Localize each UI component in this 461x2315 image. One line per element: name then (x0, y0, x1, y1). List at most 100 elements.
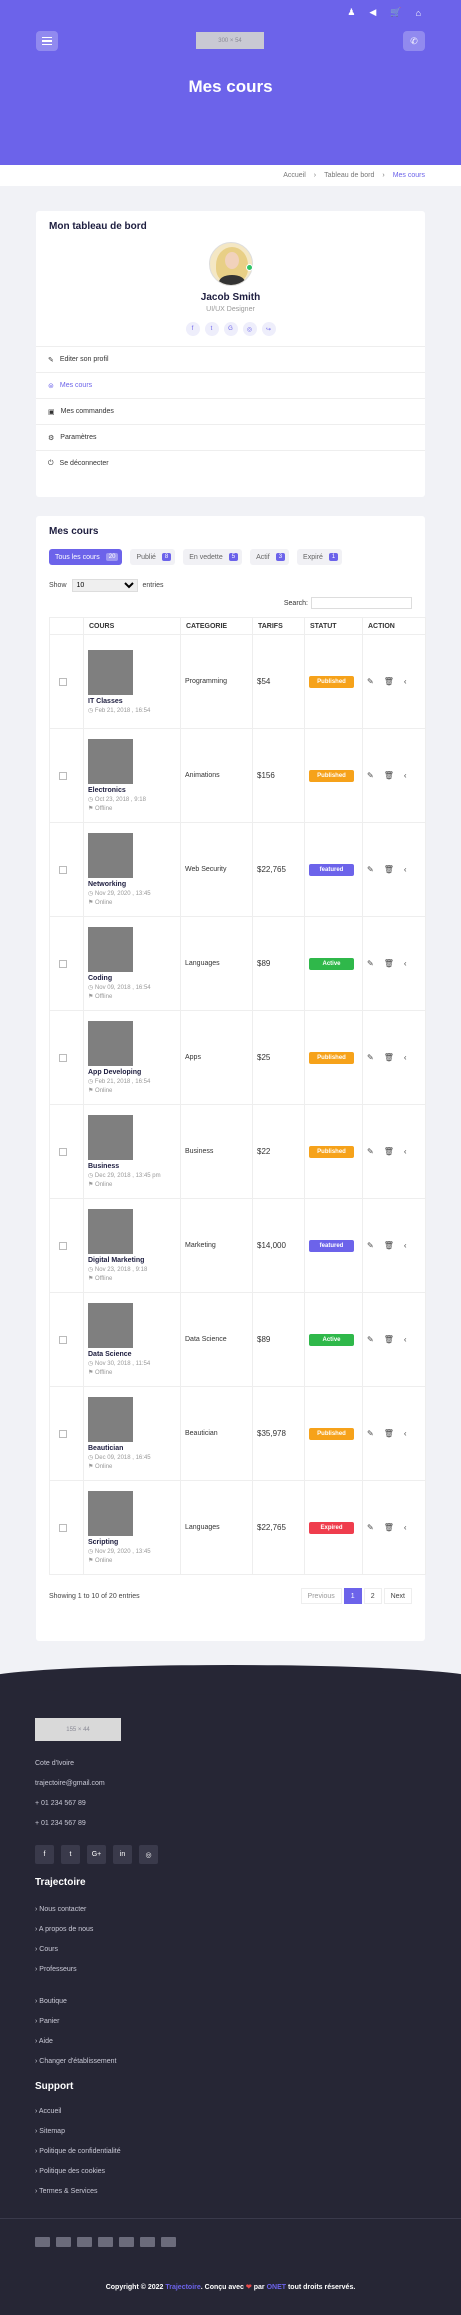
edit-icon[interactable]: ✎ (367, 1335, 374, 1344)
edit-icon[interactable]: ✎ (367, 771, 374, 780)
home-icon[interactable]: ⌂ (416, 8, 421, 18)
column-header-course[interactable]: COURS (83, 617, 181, 635)
edit-icon[interactable]: ✎ (367, 1241, 374, 1250)
view-icon[interactable]: ‹ (404, 865, 407, 874)
footer-link[interactable]: › Politique des cookies (35, 2168, 105, 2175)
instagram-icon[interactable]: ◎ (242, 322, 257, 336)
sort-column-header[interactable] (49, 617, 84, 635)
google-icon[interactable]: G (223, 322, 238, 336)
footer-phone[interactable]: + 01 234 567 89 (35, 1820, 86, 1827)
previous-button[interactable]: Previous (300, 1588, 342, 1604)
row-checkbox[interactable] (59, 1241, 67, 1250)
course-title[interactable]: Digital Marketing (88, 1257, 180, 1264)
cart-icon[interactable]: 🛒 (390, 7, 401, 18)
page-1-button[interactable]: 1 (343, 1588, 362, 1604)
tab-featured[interactable]: En vedette 5 (183, 549, 243, 565)
edit-icon[interactable]: ✎ (367, 865, 374, 874)
course-thumbnail[interactable] (88, 739, 133, 784)
view-icon[interactable]: ‹ (404, 1335, 407, 1344)
trash-icon[interactable]: 🗑 (384, 1429, 394, 1438)
column-header-price[interactable]: TARIFS (252, 617, 305, 635)
phone-icon[interactable]: ✆ (403, 31, 425, 51)
footer-link[interactable]: › Sitemap (35, 2128, 65, 2135)
footer-link[interactable]: › Nous contacter (35, 1906, 86, 1913)
row-checkbox[interactable] (59, 959, 67, 968)
edit-icon[interactable]: ✎ (367, 1147, 374, 1156)
hamburger-menu-button[interactable] (36, 31, 58, 51)
footer-link[interactable]: › Panier (35, 2018, 60, 2025)
menu-item-orders[interactable]: ▣ Mes commandes (36, 398, 425, 424)
menu-item-edit-profile[interactable]: ✎ Editer son profil (36, 346, 425, 372)
facebook-icon[interactable]: f (185, 322, 200, 336)
row-checkbox[interactable] (59, 1523, 67, 1532)
edit-icon[interactable]: ✎ (367, 1429, 374, 1438)
trash-icon[interactable]: 🗑 (384, 865, 394, 874)
view-icon[interactable]: ‹ (404, 1147, 407, 1156)
breadcrumb-dashboard[interactable]: Tableau de bord (324, 172, 374, 179)
column-header-category[interactable]: CATEGORIE (180, 617, 253, 635)
megaphone-icon[interactable]: ◀ (369, 7, 376, 18)
user-icon[interactable]: ♟ (347, 7, 355, 18)
edit-icon[interactable]: ✎ (367, 677, 374, 686)
course-thumbnail[interactable] (88, 927, 133, 972)
footer-link[interactable]: › Professeurs (35, 1966, 77, 1973)
course-thumbnail[interactable] (88, 1397, 133, 1442)
trash-icon[interactable]: 🗑 (384, 1523, 394, 1532)
footer-link[interactable]: › Changer d'établissement (35, 2058, 117, 2065)
footer-link[interactable]: › Boutique (35, 1998, 67, 2005)
course-title[interactable]: Scripting (88, 1539, 180, 1546)
tab-expired[interactable]: Expiré 1 (297, 549, 343, 565)
menu-item-my-courses[interactable]: ⊜ Mes cours (36, 372, 425, 398)
footer-link[interactable]: › A propos de nous (35, 1926, 93, 1933)
page-2-button[interactable]: 2 (363, 1588, 382, 1604)
course-thumbnail[interactable] (88, 649, 133, 695)
copyright-author-link[interactable]: ONET (267, 2284, 286, 2291)
menu-item-logout[interactable]: ⏻ Se déconnecter (36, 450, 425, 476)
entries-select[interactable]: 10 (71, 579, 138, 592)
view-icon[interactable]: ‹ (404, 1523, 407, 1532)
footer-link[interactable]: › Termes & Services (35, 2188, 98, 2195)
view-icon[interactable]: ‹ (404, 1429, 407, 1438)
footer-email[interactable]: trajectoire@gmail.com (35, 1780, 105, 1787)
tab-all-courses[interactable]: Tous les cours 20 (49, 549, 123, 565)
row-checkbox[interactable] (59, 1147, 67, 1156)
share-icon[interactable]: ↪ (261, 322, 276, 336)
trash-icon[interactable]: 🗑 (384, 959, 394, 968)
trash-icon[interactable]: 🗑 (384, 1147, 394, 1156)
view-icon[interactable]: ‹ (404, 1053, 407, 1062)
tab-active[interactable]: Actif 3 (250, 549, 290, 565)
breadcrumb-home[interactable]: Accueil (283, 172, 306, 179)
twitter-icon[interactable]: t (61, 1845, 80, 1864)
view-icon[interactable]: ‹ (404, 1241, 407, 1250)
next-button[interactable]: Next (383, 1588, 412, 1604)
row-checkbox[interactable] (59, 1429, 67, 1438)
google-plus-icon[interactable]: G+ (87, 1845, 106, 1864)
trash-icon[interactable]: 🗑 (384, 1335, 394, 1344)
trash-icon[interactable]: 🗑 (384, 771, 394, 780)
edit-icon[interactable]: ✎ (367, 1053, 374, 1062)
footer-link[interactable]: › Cours (35, 1946, 58, 1953)
course-thumbnail[interactable] (88, 1021, 133, 1066)
course-title[interactable]: Beautician (88, 1445, 180, 1452)
edit-icon[interactable]: ✎ (367, 1523, 374, 1532)
course-thumbnail[interactable] (88, 1115, 133, 1160)
course-thumbnail[interactable] (88, 1303, 133, 1348)
facebook-icon[interactable]: f (35, 1845, 54, 1864)
site-logo[interactable]: 300 × 54 (196, 32, 264, 49)
course-title[interactable]: App Developing (88, 1069, 180, 1076)
row-checkbox[interactable] (59, 1053, 67, 1062)
footer-link[interactable]: › Politique de confidentialité (35, 2148, 121, 2155)
course-title[interactable]: Data Science (88, 1351, 180, 1358)
course-title[interactable]: Networking (88, 881, 180, 888)
course-thumbnail[interactable] (88, 1209, 133, 1254)
copyright-brand-link[interactable]: Trajectoire (165, 2284, 200, 2291)
view-icon[interactable]: ‹ (404, 959, 407, 968)
linkedin-icon[interactable]: in (113, 1845, 132, 1864)
twitter-icon[interactable]: t (204, 322, 219, 336)
footer-logo[interactable]: 155 × 44 (35, 1718, 121, 1741)
trash-icon[interactable]: 🗑 (384, 1241, 394, 1250)
footer-phone[interactable]: + 01 234 567 89 (35, 1800, 86, 1807)
trash-icon[interactable]: 🗑 (384, 677, 394, 686)
row-checkbox[interactable] (59, 677, 67, 686)
view-icon[interactable]: ‹ (404, 677, 407, 686)
